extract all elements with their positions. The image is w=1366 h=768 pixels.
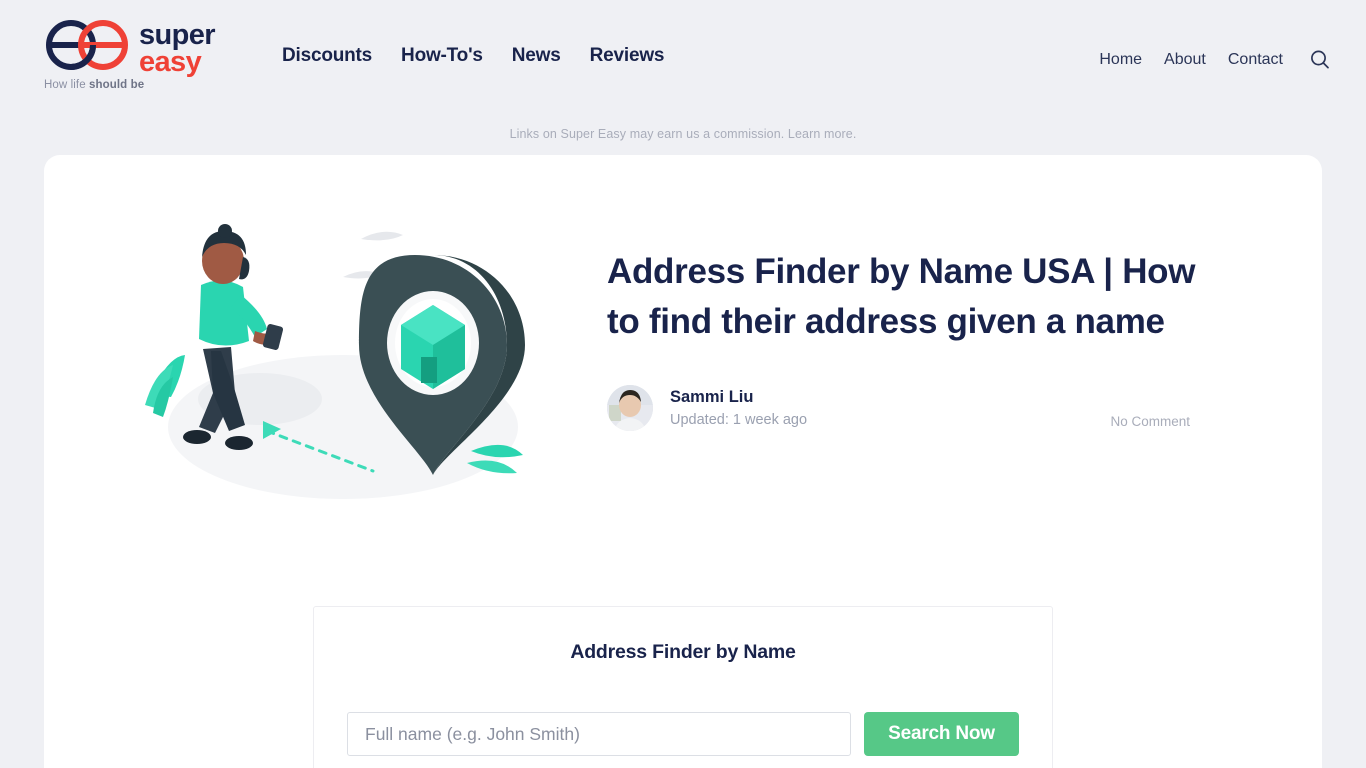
nav-item-how-tos[interactable]: How-To's: [401, 45, 483, 67]
finder-form: Search Now: [347, 712, 1019, 756]
article-hero: Address Finder by Name USA | How to find…: [44, 155, 1322, 519]
logo-tagline: How life should be: [44, 79, 144, 91]
disclosure-learn-more-link[interactable]: Learn more.: [788, 127, 857, 141]
logo-lockup: super easy: [44, 19, 230, 78]
article-header: Address Finder by Name USA | How to find…: [590, 179, 1282, 432]
affiliate-disclosure: Links on Super Easy may earn us a commis…: [0, 115, 1366, 155]
disclosure-text: Links on Super Easy may earn us a commis…: [509, 127, 785, 141]
tagline-bold: should be: [89, 79, 145, 91]
nav-item-discounts[interactable]: Discounts: [282, 45, 372, 67]
search-toggle-button[interactable]: [1308, 48, 1332, 72]
comment-count[interactable]: No Comment: [1110, 414, 1190, 431]
nav-item-about[interactable]: About: [1164, 51, 1206, 69]
nav-item-news[interactable]: News: [512, 45, 561, 67]
site-logo[interactable]: super easy How life should be: [44, 0, 230, 93]
author-name[interactable]: Sammi Liu: [670, 388, 807, 407]
article-card: Address Finder by Name USA | How to find…: [44, 155, 1322, 768]
logo-word-super: super: [139, 19, 216, 52]
nav-item-contact[interactable]: Contact: [1228, 51, 1283, 69]
super-easy-mark-icon: [44, 20, 130, 75]
avatar[interactable]: [607, 385, 653, 432]
byline: Sammi Liu Updated: 1 week ago No Comment: [607, 385, 1282, 432]
site-header: super easy How life should be Discounts …: [0, 0, 1366, 115]
updated-timestamp: Updated: 1 week ago: [670, 412, 808, 429]
tagline-regular: How life: [44, 79, 86, 91]
full-name-input[interactable]: [347, 712, 851, 756]
address-finder-widget: Address Finder by Name Search Now: [313, 606, 1053, 768]
search-now-button[interactable]: Search Now: [864, 712, 1019, 756]
nav-item-reviews[interactable]: Reviews: [590, 45, 665, 67]
search-icon: [1308, 50, 1332, 75]
logo-word-easy: easy: [139, 45, 202, 78]
byline-text: Sammi Liu Updated: 1 week ago: [670, 388, 807, 428]
primary-navigation: Discounts How-To's News Reviews: [282, 0, 664, 67]
nav-item-home[interactable]: Home: [1099, 51, 1142, 69]
utility-navigation: Home About Contact: [1099, 0, 1332, 72]
page-title: Address Finder by Name USA | How to find…: [607, 252, 1196, 341]
finder-title: Address Finder by Name: [570, 641, 796, 663]
hero-illustration: [60, 179, 590, 519]
logo-wordmark: super easy: [139, 19, 216, 78]
